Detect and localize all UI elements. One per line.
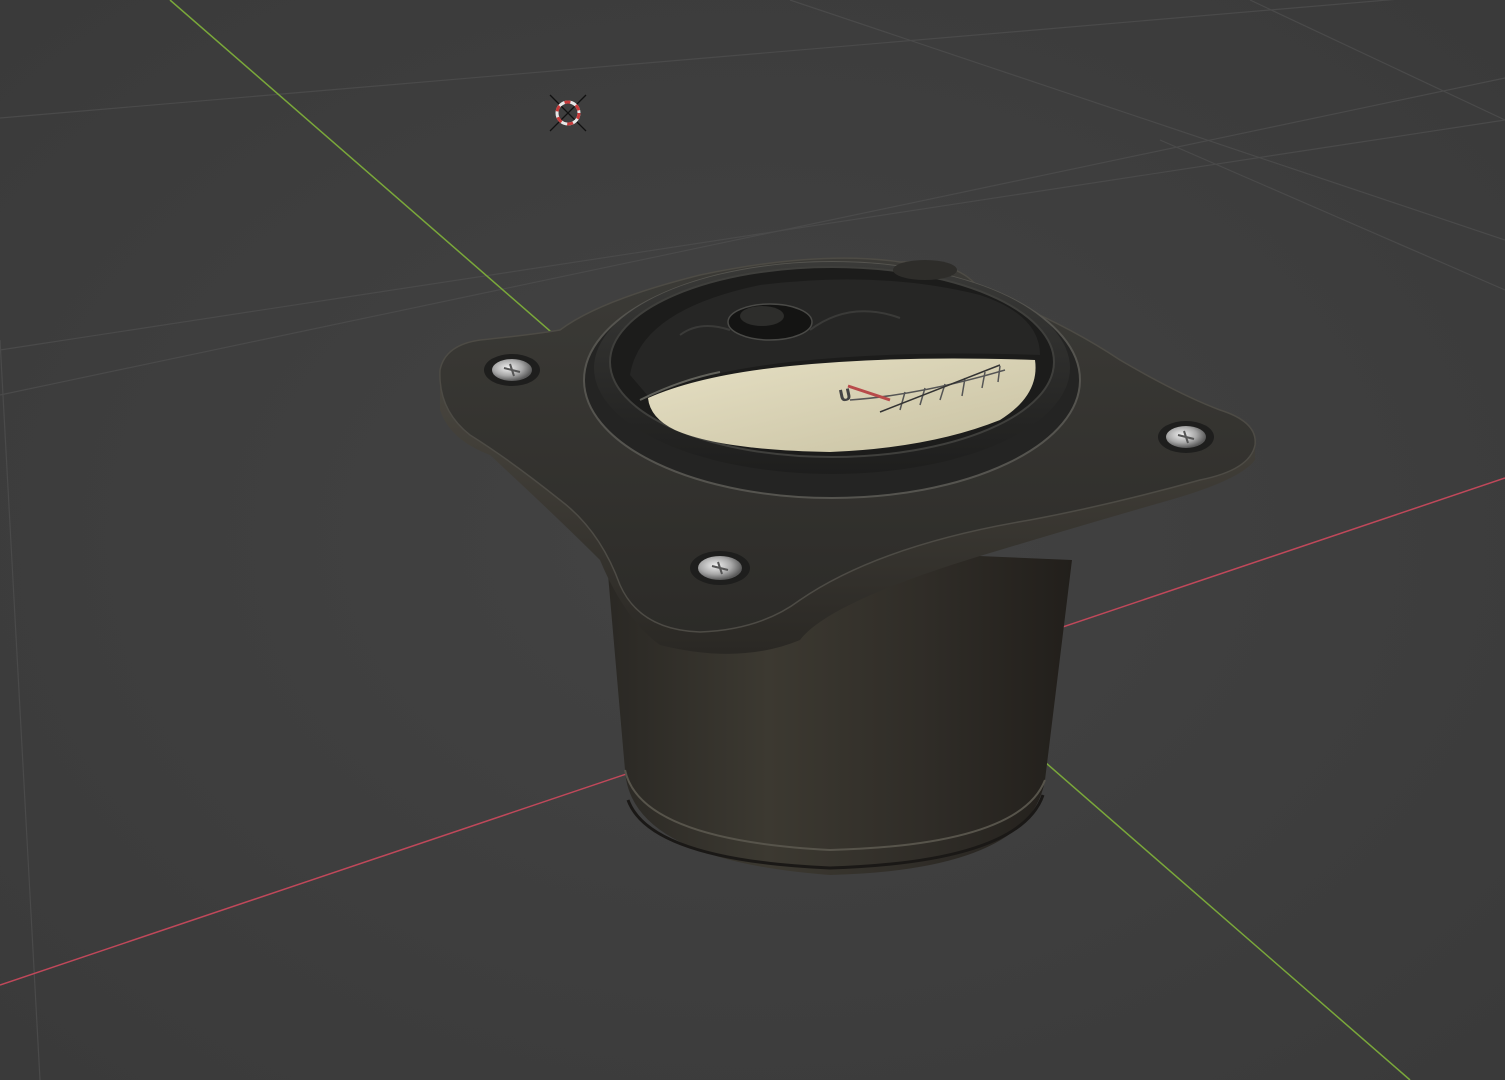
mount-screw-back <box>893 260 957 280</box>
mount-screw-left <box>484 354 540 386</box>
mount-screw-right <box>1158 421 1214 453</box>
3d-viewport[interactable]: U <box>0 0 1505 1080</box>
mount-screw-front <box>690 551 750 585</box>
viewport-canvas[interactable]: U <box>0 0 1505 1080</box>
